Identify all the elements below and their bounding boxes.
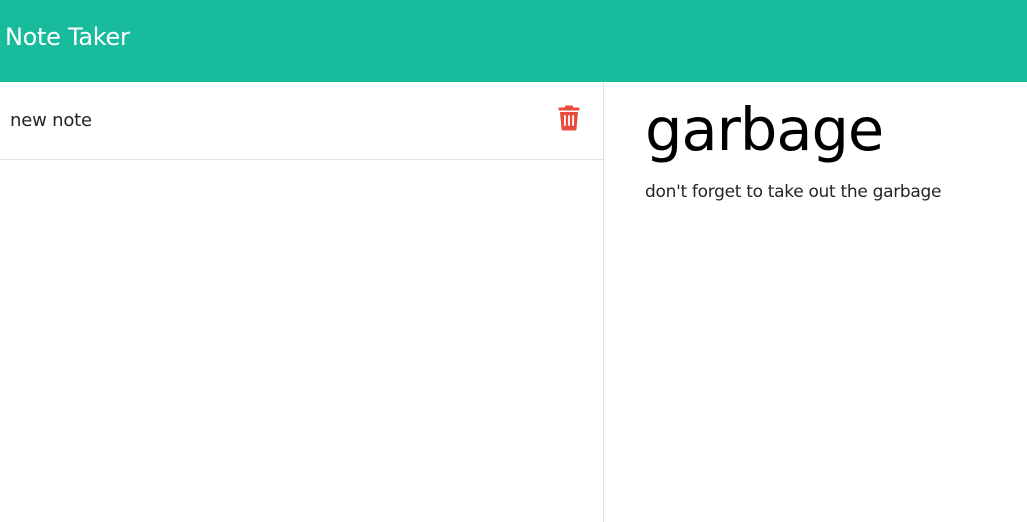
- navbar: Note Taker: [0, 0, 1027, 82]
- note-title-input[interactable]: garbage: [645, 96, 884, 164]
- notes-list: new note: [0, 82, 604, 522]
- brand-title[interactable]: Note Taker: [5, 23, 130, 51]
- note-body-textarea[interactable]: don't forget to take out the garbage: [645, 182, 941, 202]
- list-item[interactable]: new note: [0, 82, 603, 160]
- note-editor: garbage don't forget to take out the gar…: [604, 82, 1027, 522]
- trash-icon[interactable]: [558, 105, 580, 131]
- list-item-title[interactable]: new note: [10, 110, 92, 131]
